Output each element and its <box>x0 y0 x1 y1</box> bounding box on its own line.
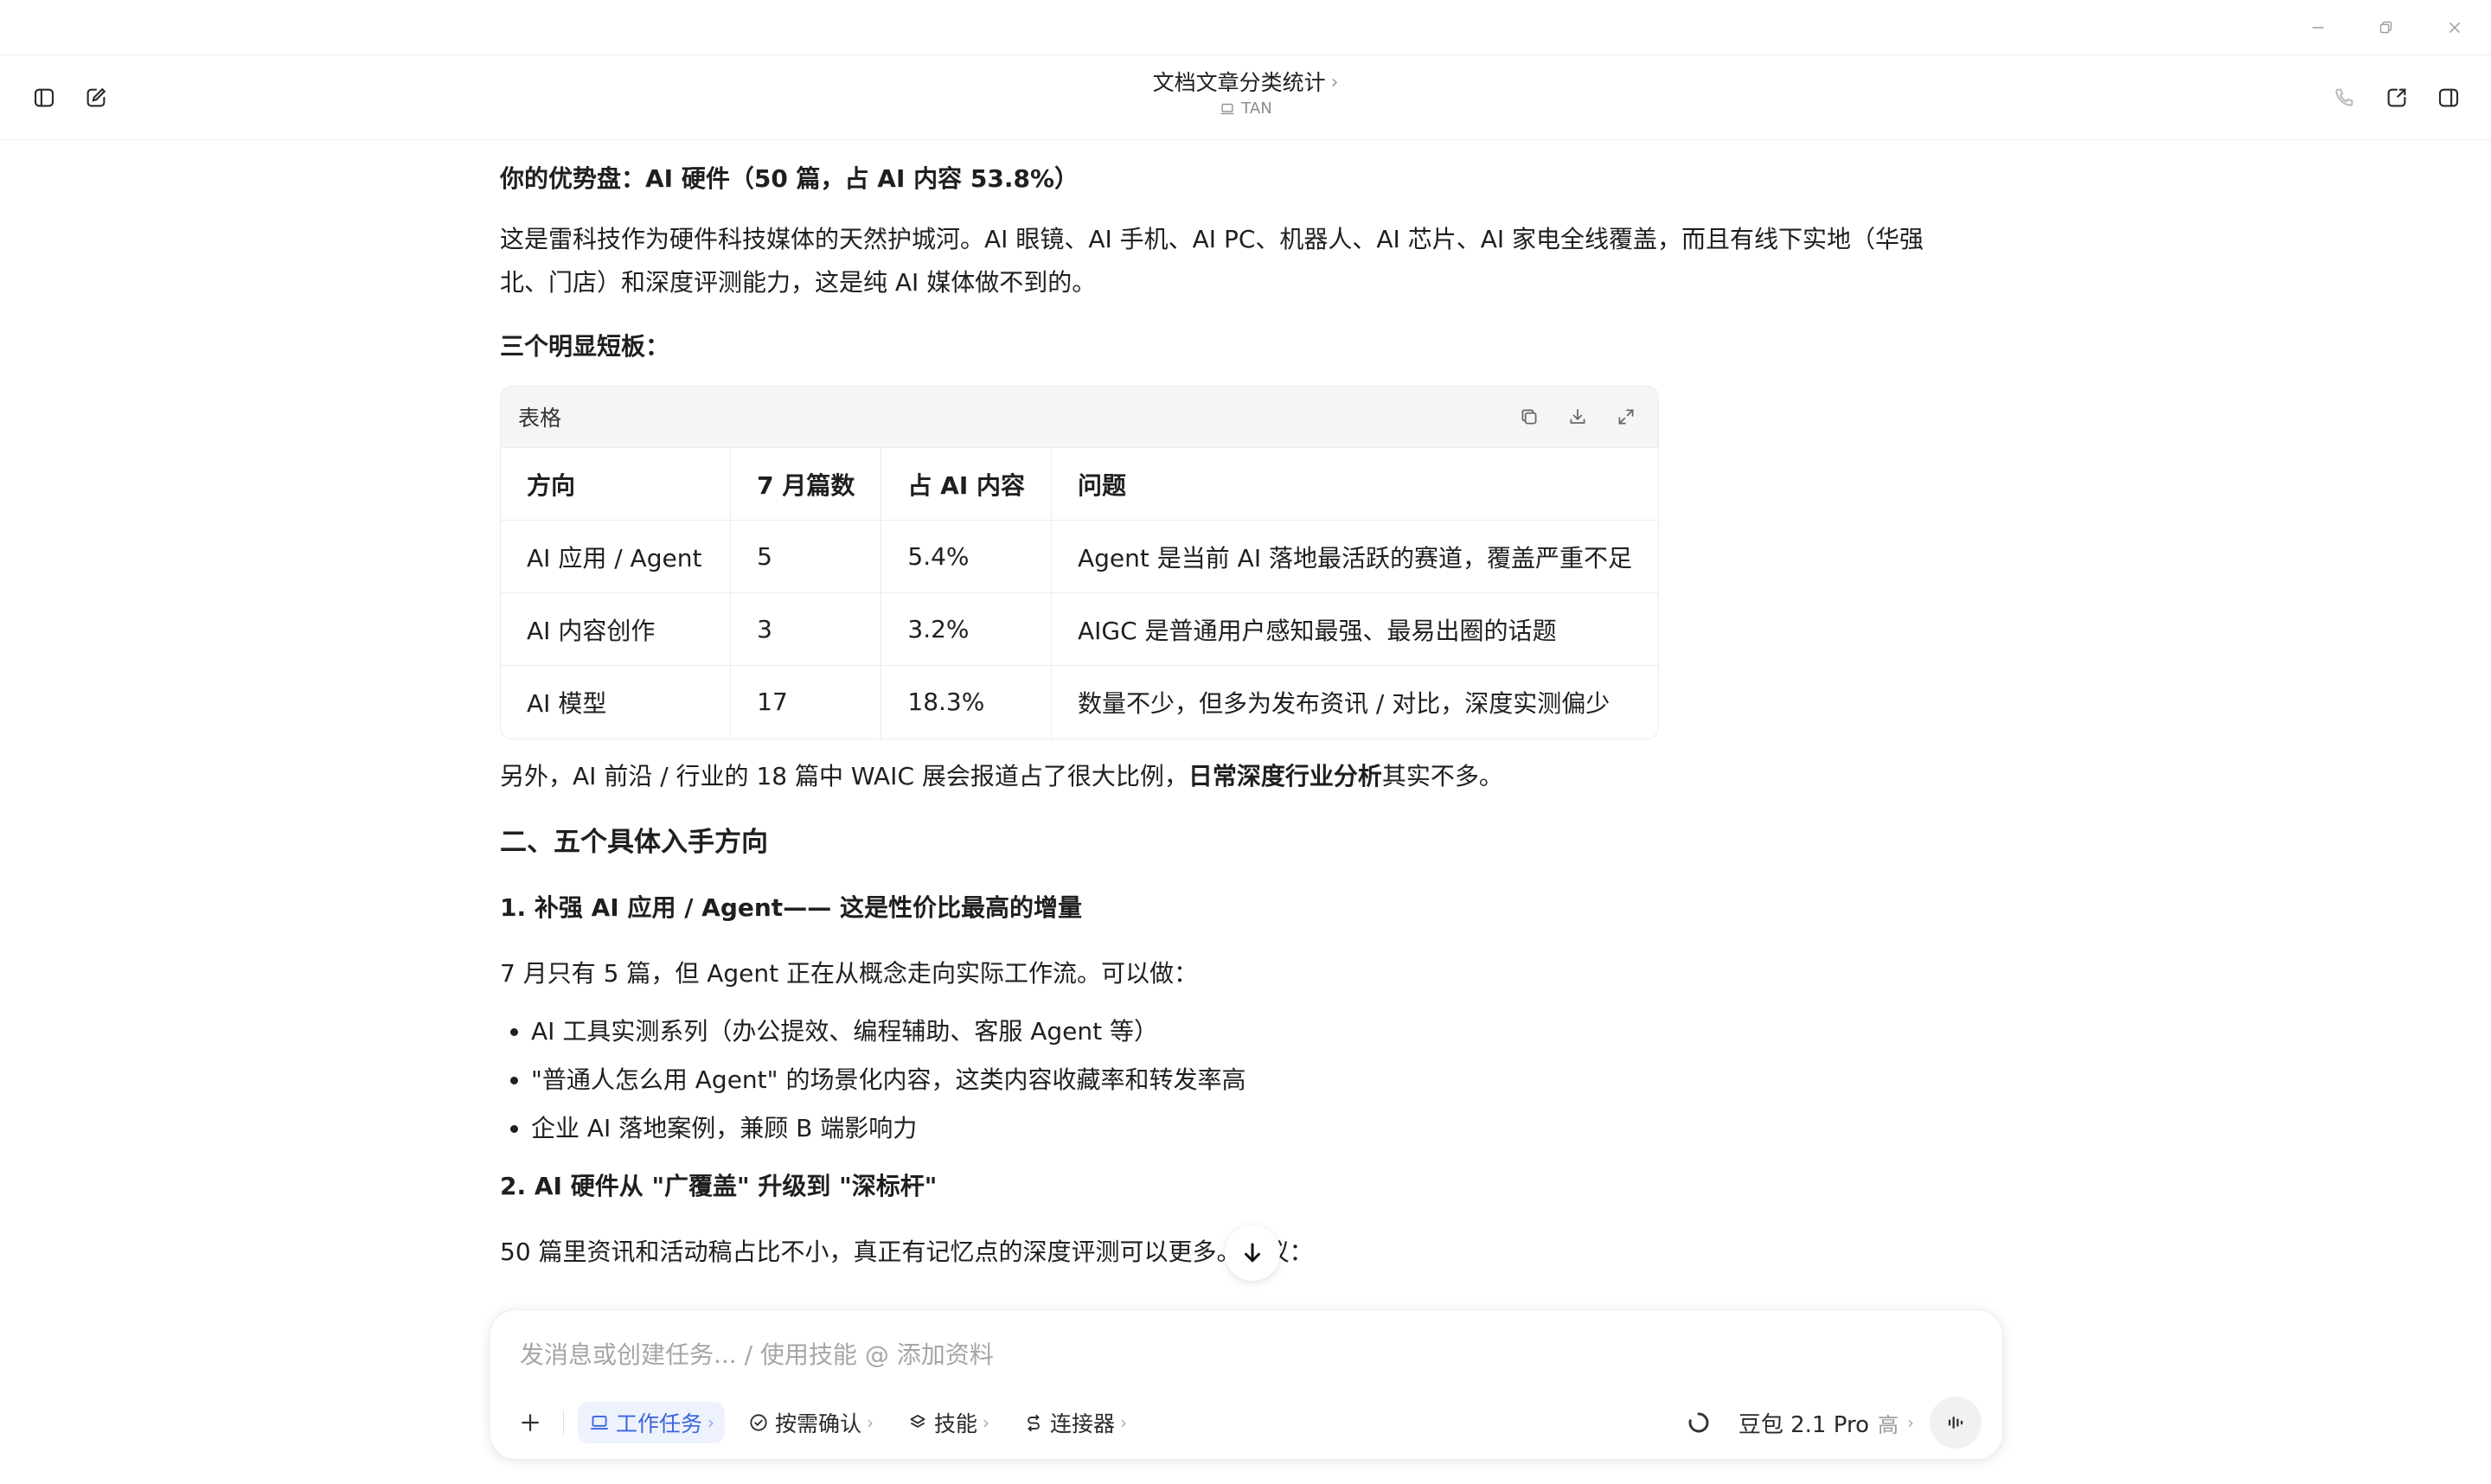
table-cell: 数量不少，但多为发布资讯 / 对比，深度实测偏少 <box>1051 665 1658 739</box>
table-cell: Agent 是当前 AI 落地最活跃的赛道，覆盖严重不足 <box>1051 520 1658 593</box>
work-task-chip[interactable]: 工作任务 › <box>578 1402 726 1443</box>
table-cell: AI 模型 <box>501 665 732 739</box>
table-cell: 3 <box>730 592 882 666</box>
category-table: 方向 7 月篇数 占 AI 内容 问题 AI 应用 / Agent 5 5.4%… <box>501 447 1658 739</box>
strength-paragraph: 这是雷科技作为硬件科技媒体的天然护城河。AI 眼镜、AI 手机、AI PC、机器… <box>500 225 1924 297</box>
close-icon[interactable] <box>2439 12 2470 43</box>
phone-icon[interactable] <box>2323 77 2365 118</box>
chevron-right-icon: › <box>1120 1412 1128 1433</box>
plus-icon <box>522 1414 539 1431</box>
expand-icon[interactable] <box>1611 402 1641 432</box>
laptop-icon <box>591 1416 608 1430</box>
table-toolbar: 表格 <box>501 387 1658 447</box>
chevron-right-icon: › <box>867 1412 874 1433</box>
note-paragraph: 另外，AI 前沿 / 行业的 18 篇中 WAIC 展会报道占了很大比例，日常深… <box>500 761 1503 790</box>
sidebar-toggle-icon[interactable] <box>23 77 65 118</box>
table-cell: 3.2% <box>880 592 1052 666</box>
conversation-title[interactable]: 文档文章分类统计 › <box>1153 67 1339 99</box>
bullet-list: AI 工具实测系列（办公提效、编程辅助、客服 Agent 等） "普通人怎么用 … <box>500 1007 1970 1153</box>
assistant-message: 你的优势盘：AI 硬件（50 篇，占 AI 内容 53.8%） 这是雷科技作为硬… <box>500 140 1970 1308</box>
model-selector[interactable]: 豆包 2.1 Pro 高 › <box>1685 1407 1914 1439</box>
arrow-down-icon <box>1245 1243 1260 1263</box>
column-header: 7 月篇数 <box>730 447 882 521</box>
chevron-right-icon: › <box>1330 72 1339 93</box>
message-composer[interactable]: 发消息或创建任务... / 使用技能 @ 添加资料 工作任务 › 按需确认 › 技能… <box>490 1309 2003 1460</box>
laptop-icon <box>1220 103 1234 115</box>
table-cell: 5 <box>730 520 882 593</box>
chevron-right-icon: › <box>983 1412 990 1433</box>
connector-chip[interactable]: 连接器 › <box>1012 1402 1137 1443</box>
list-item: "普通人怎么用 Agent" 的场景化内容，这类内容收藏率和转发率高 <box>531 1056 1970 1104</box>
data-table-card: 表格 方向 7 月篇数 占 AI 内容 问题 AI 应用 / Agent 5 5… <box>500 386 1659 739</box>
chevron-right-icon: › <box>1907 1412 1914 1433</box>
workspace-label: TAN <box>1219 99 1272 119</box>
voice-waveform-icon <box>1948 1417 1963 1429</box>
loading-spinner-icon <box>1688 1412 1709 1433</box>
restore-icon[interactable] <box>2370 12 2401 43</box>
conversation-title-group[interactable]: 文档文章分类统计 › TAN <box>1073 67 1418 121</box>
item-paragraph: 7 月只有 5 篇，但 Agent 正在从概念走向实际工作流。可以做： <box>500 958 1199 988</box>
table-row: AI 内容创作 3 3.2% AIGC 是普通用户感知最强、最易出圈的话题 <box>501 592 1658 666</box>
share-window-icon[interactable] <box>2376 77 2417 118</box>
layers-icon <box>910 1414 925 1428</box>
confirm-mode-chip[interactable]: 按需确认 › <box>737 1402 884 1443</box>
section-heading: 二、五个具体入手方向 <box>500 826 768 858</box>
check-circle-icon <box>750 1414 767 1431</box>
table-cell: 18.3% <box>880 665 1052 739</box>
item-heading: 1. 补强 AI 应用 / Agent—— 这是性价比最高的增量 <box>500 892 1082 922</box>
strength-heading: 你的优势盘：AI 硬件（50 篇，占 AI 内容 53.8%） <box>500 164 1079 193</box>
conversation-header: 文档文章分类统计 › TAN <box>0 55 2491 140</box>
table-header-row: 方向 7 月篇数 占 AI 内容 问题 <box>501 447 1658 521</box>
table-cell: AI 内容创作 <box>501 592 732 666</box>
table-label: 表格 <box>518 406 562 431</box>
right-panel-toggle-icon[interactable] <box>2428 77 2469 118</box>
table-row: AI 应用 / Agent 5 5.4% Agent 是当前 AI 落地最活跃的… <box>501 520 1658 593</box>
download-icon[interactable] <box>1563 402 1592 432</box>
voice-input-button[interactable] <box>1930 1397 1982 1449</box>
scroll-to-bottom-button[interactable] <box>1225 1225 1280 1281</box>
table-row: AI 模型 17 18.3% 数量不少，但多为发布资讯 / 对比，深度实测偏少 <box>501 665 1658 739</box>
add-attachment-button[interactable] <box>511 1404 549 1442</box>
skills-chip[interactable]: 技能 › <box>896 1402 1000 1443</box>
divider <box>563 1410 564 1436</box>
table-cell: AIGC 是普通用户感知最强、最易出圈的话题 <box>1051 592 1658 666</box>
minimize-icon[interactable] <box>2302 12 2334 43</box>
copy-icon[interactable] <box>1514 402 1544 432</box>
item-heading: 2. AI 硬件从 "广覆盖" 升级到 "深标杆" <box>500 1171 938 1200</box>
new-chat-edit-icon[interactable] <box>75 77 117 118</box>
column-header: 问题 <box>1051 447 1658 521</box>
column-header: 方向 <box>501 447 732 521</box>
column-header: 占 AI 内容 <box>880 447 1052 521</box>
connector-icon <box>1028 1414 1040 1432</box>
window-titlebar <box>0 0 2491 55</box>
table-cell: 5.4% <box>880 520 1052 593</box>
table-cell: AI 应用 / Agent <box>501 520 732 593</box>
chevron-right-icon: › <box>708 1412 715 1433</box>
weakness-heading: 三个明显短板： <box>500 332 670 361</box>
list-item: 企业 AI 落地案例，兼顾 B 端影响力 <box>531 1104 1970 1153</box>
table-cell: 17 <box>730 665 882 739</box>
message-input[interactable]: 发消息或创建任务... / 使用技能 @ 添加资料 <box>520 1336 994 1371</box>
list-item: AI 工具实测系列（办公提效、编程辅助、客服 Agent 等） <box>531 1007 1970 1056</box>
composer-toolbar: 工作任务 › 按需确认 › 技能 › 连接器 › 豆包 2.1 Pro 高 › <box>511 1397 1982 1449</box>
